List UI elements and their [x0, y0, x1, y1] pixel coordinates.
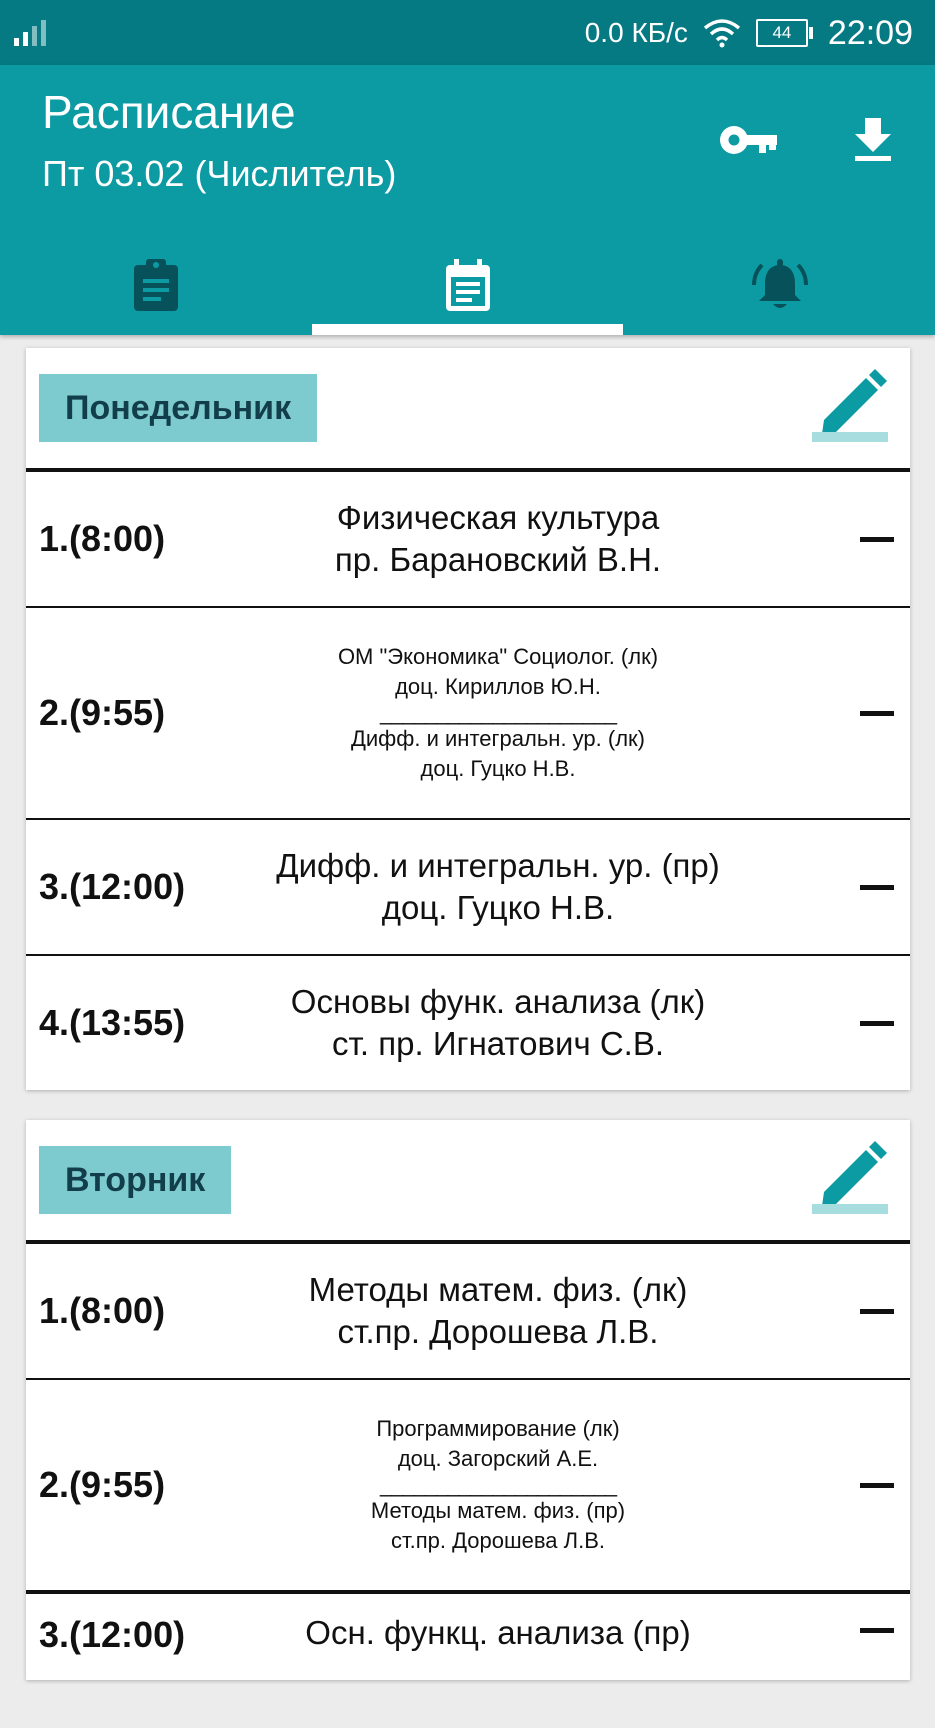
lesson-teacher: ст.пр. Дорошева Л.В. — [337, 1313, 659, 1350]
remove-button[interactable] — [860, 1309, 894, 1314]
lesson-row[interactable]: 1.(8:00) Физическая культура пр. Баранов… — [26, 472, 910, 608]
tab-tasks[interactable] — [0, 235, 311, 335]
day-card-tuesday: Вторник 1.(8:00) Методы матем. физ. (лк)… — [26, 1120, 910, 1680]
lesson-teacher: пр. Барановский В.Н. — [334, 541, 662, 578]
clipboard-icon — [133, 259, 178, 311]
day-header: Вторник — [26, 1120, 910, 1244]
remove-button[interactable] — [860, 1483, 894, 1488]
lesson-time: 3.(12:00) — [39, 1614, 186, 1655]
lesson-separator: _____________________ — [380, 700, 617, 725]
remove-button[interactable] — [860, 885, 894, 890]
lesson-time: 1.(8:00) — [39, 518, 166, 559]
lesson-teacher: ст. пр. Игнатович С.В. — [331, 1025, 665, 1062]
bell-icon — [751, 259, 808, 308]
lesson-row[interactable]: 2.(9:55) ОМ "Экономика" Социолог. (лк) д… — [26, 608, 910, 820]
app-bar: Расписание Пт 03.02 (Числитель) — [0, 65, 935, 335]
lesson-separator: _____________________ — [380, 1472, 617, 1497]
lesson-info: Дифф. и интегральн. ур. (пр) доц. Гуцко … — [206, 820, 790, 954]
pencil-icon — [812, 1141, 888, 1214]
remove-button[interactable] — [860, 711, 894, 716]
lesson-info: Осн. функц. анализа (пр) — [206, 1594, 790, 1728]
lesson-subject: Программирование (лк) — [376, 1416, 620, 1441]
lesson-teacher: доц. Гуцко Н.В. — [381, 889, 615, 926]
page-subtitle: Пт 03.02 (Числитель) — [42, 153, 397, 194]
key-icon — [720, 126, 777, 154]
signal-icon — [14, 20, 46, 46]
lesson-teacher: ст.пр. Дорошева Л.В. — [391, 1528, 605, 1553]
key-button[interactable] — [708, 100, 788, 180]
lesson-subject: Методы матем. физ. (лк) — [308, 1271, 688, 1308]
lesson-time: 2.(9:55) — [39, 692, 166, 733]
pencil-icon — [812, 369, 888, 442]
lesson-row[interactable]: 3.(12:00) Осн. функц. анализа (пр) — [26, 1592, 910, 1728]
lesson-teacher: доц. Загорский А.Е. — [397, 1446, 599, 1471]
tab-schedule[interactable] — [312, 235, 623, 335]
remove-button[interactable] — [860, 537, 894, 542]
lesson-subject: Дифф. и интегральн. ур. (пр) — [276, 847, 720, 884]
day-card-monday: Понедельник 1.(8:00) Физическая культура… — [26, 348, 910, 1090]
lesson-subject: Основы функ. анализа (лк) — [290, 983, 706, 1020]
network-speed: 0.0 КБ/с — [584, 17, 688, 48]
calendar-icon — [445, 259, 490, 311]
lesson-subject: Осн. функц. анализа (пр) — [305, 1614, 691, 1651]
download-button[interactable] — [833, 100, 913, 180]
lesson-row[interactable]: 1.(8:00) Методы матем. физ. (лк) ст.пр. … — [26, 1244, 910, 1380]
day-header: Понедельник — [26, 348, 910, 472]
lesson-info: ОМ "Экономика" Социолог. (лк) доц. Кирил… — [206, 608, 790, 818]
lesson-subject: ОМ "Экономика" Социолог. (лк) — [337, 644, 659, 669]
lesson-info: Программирование (лк) доц. Загорский А.Е… — [206, 1380, 790, 1590]
battery-level: 44 — [772, 23, 792, 42]
day-label: Понедельник — [39, 374, 318, 442]
page-title: Расписание — [42, 86, 296, 138]
wifi-icon — [703, 19, 741, 48]
lesson-time: 1.(8:00) — [39, 1290, 166, 1331]
lesson-time: 2.(9:55) — [39, 1464, 166, 1505]
battery-icon: 44 — [755, 19, 813, 47]
lesson-time: 3.(12:00) — [39, 866, 186, 907]
lesson-teacher: доц. Гуцко Н.В. — [420, 756, 576, 781]
lesson-info: Физическая культура пр. Барановский В.Н. — [206, 472, 790, 606]
status-bar: 0.0 КБ/с 44 22:09 — [0, 0, 935, 65]
day-label: Вторник — [39, 1146, 232, 1214]
tab-indicator — [312, 324, 623, 335]
lesson-row[interactable]: 3.(12:00) Дифф. и интегральн. ур. (пр) д… — [26, 820, 910, 956]
lesson-info: Методы матем. физ. (лк) ст.пр. Дорошева … — [206, 1244, 790, 1378]
lesson-subject: Методы матем. физ. (пр) — [370, 1498, 626, 1523]
lesson-row[interactable]: 4.(13:55) Основы функ. анализа (лк) ст. … — [26, 956, 910, 1090]
clock: 22:09 — [827, 13, 913, 52]
download-icon — [855, 118, 891, 161]
lesson-row[interactable]: 2.(9:55) Программирование (лк) доц. Заго… — [26, 1380, 910, 1592]
lesson-teacher: доц. Кириллов Ю.Н. — [395, 674, 601, 699]
edit-button[interactable] — [812, 366, 892, 446]
lesson-subject: Физическая культура — [336, 499, 660, 536]
lesson-subject: Дифф. и интегральн. ур. (лк) — [350, 726, 645, 751]
remove-button[interactable] — [860, 1021, 894, 1026]
edit-button[interactable] — [812, 1138, 892, 1218]
tab-alarms[interactable] — [624, 235, 935, 335]
lesson-time: 4.(13:55) — [39, 1002, 186, 1043]
remove-button[interactable] — [860, 1628, 894, 1633]
lesson-info: Основы функ. анализа (лк) ст. пр. Игнато… — [206, 956, 790, 1090]
